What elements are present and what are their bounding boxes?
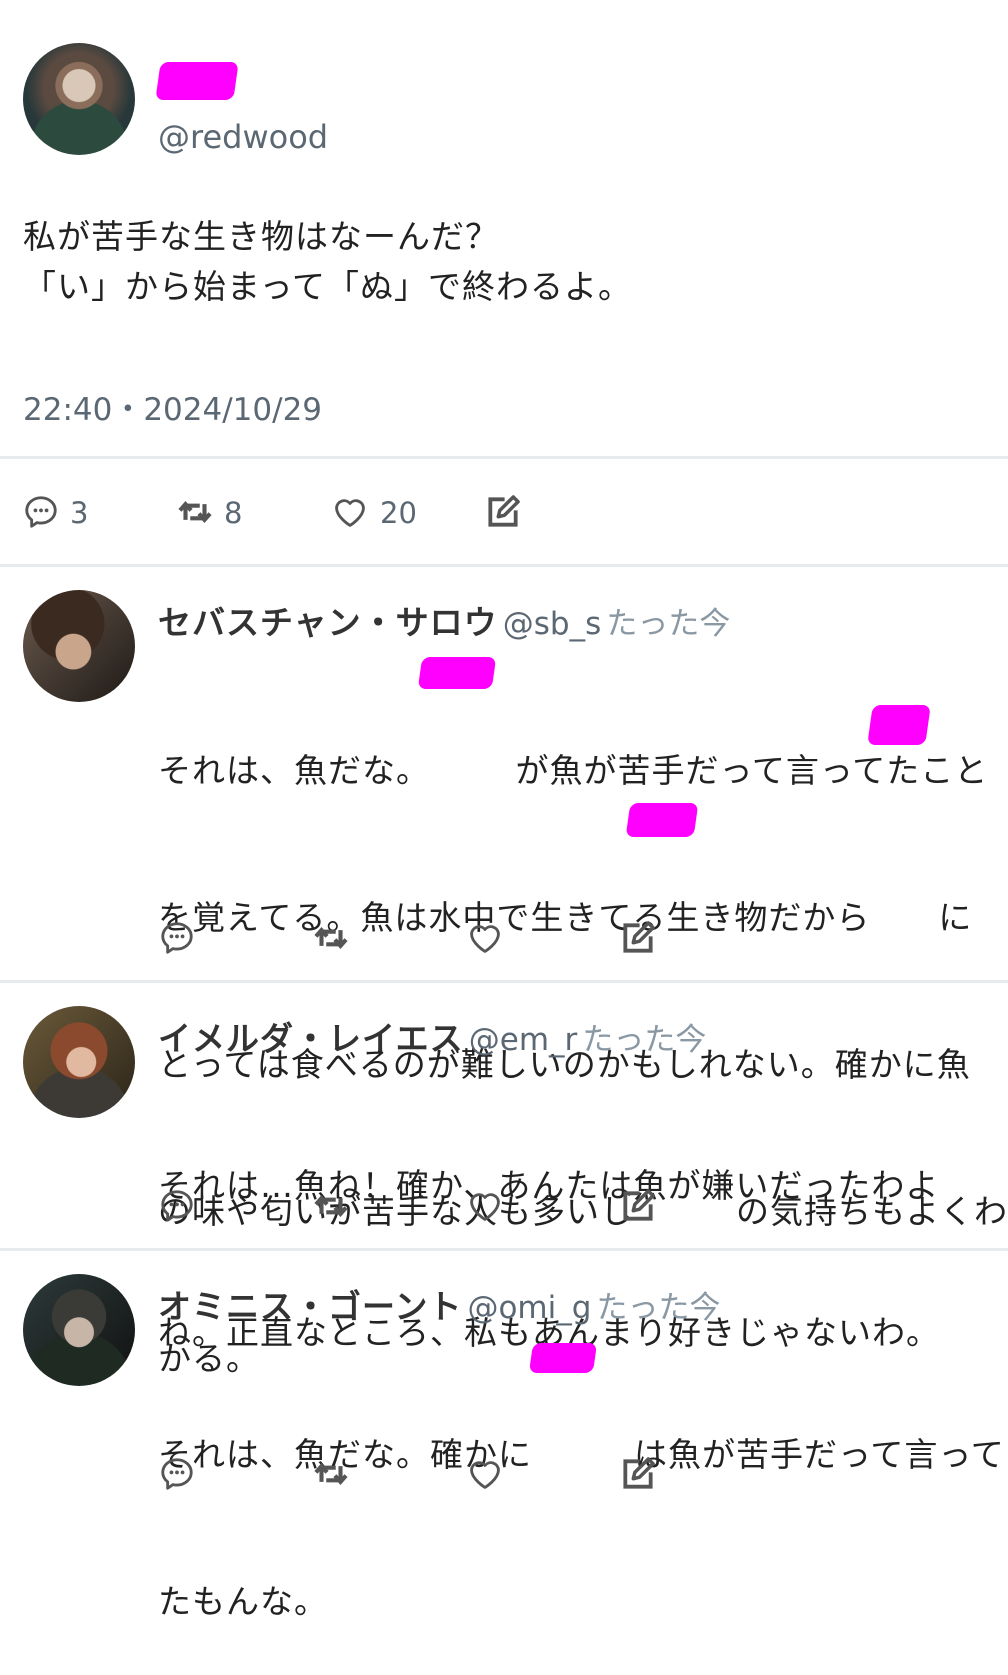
like-count: 20 <box>380 496 417 530</box>
tweet-text-line: 「い」から始まって「ぬ」で終わるよ。 <box>23 267 633 306</box>
retweet-button[interactable] <box>312 1187 350 1225</box>
reply-header: イメルダ・レイエス @em_r たった今 <box>158 1012 706 1060</box>
heart-icon <box>470 925 500 953</box>
redacted-name <box>417 657 497 689</box>
reply-header: セバスチャン・サロウ @sb_s たった今 <box>158 596 730 644</box>
like-button[interactable] <box>466 1455 504 1493</box>
reply-author-handle[interactable]: @em_r <box>469 1022 578 1058</box>
reply-text-line: たもんな。 <box>158 1582 328 1621</box>
reply-icon <box>161 1190 193 1222</box>
reply-time: たった今 <box>606 606 731 642</box>
reply-author-name[interactable]: セバスチャン・サロウ <box>158 603 498 642</box>
reply-avatar[interactable] <box>23 1006 135 1118</box>
reply-button[interactable] <box>158 1187 196 1225</box>
heart-icon <box>335 499 365 527</box>
edit-icon <box>488 495 520 527</box>
reply-text-line: それは…魚ね！確か、あんたは魚が嫌いだったわよ <box>158 1166 940 1205</box>
tweet-timestamp: 22:40・2024/10/29 <box>23 392 323 428</box>
retweet-button[interactable] <box>176 493 214 531</box>
edit-icon <box>623 1457 655 1489</box>
reply-author-handle[interactable]: @omi_g <box>467 1290 591 1326</box>
quote-button[interactable] <box>619 1455 657 1493</box>
heart-icon <box>470 1461 500 1489</box>
reply-header: オミニス・ゴーント @omi_g たった今 <box>158 1280 721 1328</box>
divider <box>0 980 1008 983</box>
reply-author-handle[interactable]: @sb_s <box>503 606 601 642</box>
retweet-icon <box>314 1194 348 1218</box>
reply-button[interactable] <box>22 493 60 531</box>
reply-icon <box>161 1458 193 1490</box>
reply-button[interactable] <box>158 919 196 957</box>
redacted-display-name <box>155 62 239 100</box>
redacted-name <box>625 803 699 837</box>
quote-button[interactable] <box>619 919 657 957</box>
reply-text-line: それは、魚だな。確かに は魚が苦手だって言って <box>158 1435 1005 1474</box>
retweet-icon <box>314 926 348 950</box>
author-handle[interactable]: @redwood <box>158 118 328 156</box>
redacted-name <box>528 1343 598 1373</box>
quote-button[interactable] <box>484 493 522 531</box>
retweet-button[interactable] <box>312 1455 350 1493</box>
like-button[interactable] <box>331 493 369 531</box>
retweet-button[interactable] <box>312 919 350 957</box>
reply-icon <box>25 496 57 528</box>
edit-icon <box>623 1189 655 1221</box>
edit-icon <box>623 921 655 953</box>
reply-text-line: を覚えてる。魚は水中で生きてる生き物だから に <box>158 898 973 937</box>
reply-count: 3 <box>70 496 89 530</box>
reply-avatar[interactable] <box>23 1274 135 1386</box>
reply-text-line: それは、魚だな。 が魚が苦手だって言ってたこと <box>158 751 989 790</box>
reply-avatar[interactable] <box>23 590 135 702</box>
reply-button[interactable] <box>158 1455 196 1493</box>
author-avatar[interactable] <box>23 43 135 155</box>
retweet-icon <box>178 500 212 524</box>
like-button[interactable] <box>466 1187 504 1225</box>
divider <box>0 564 1008 567</box>
retweet-icon <box>314 1462 348 1486</box>
redacted-name <box>867 705 931 745</box>
reply-author-name[interactable]: オミニス・ゴーント <box>158 1287 462 1326</box>
tweet-text-line: 私が苦手な生き物はなーんだ？ <box>23 217 499 256</box>
reply-text: それは、魚だな。確かに は魚が苦手だって言って たもんな。 <box>158 1332 1005 1675</box>
quote-button[interactable] <box>619 1187 657 1225</box>
heart-icon <box>470 1193 500 1221</box>
reply-time: たった今 <box>596 1290 721 1326</box>
reply-time: たった今 <box>582 1022 707 1058</box>
tweet-text: 私が苦手な生き物はなーんだ？ 「い」から始まって「ぬ」で終わるよ。 <box>23 212 632 312</box>
like-button[interactable] <box>466 919 504 957</box>
divider <box>0 1248 1008 1251</box>
reply-author-name[interactable]: イメルダ・レイエス <box>158 1019 464 1058</box>
reply-icon <box>161 922 193 954</box>
retweet-count: 8 <box>224 496 243 530</box>
divider <box>0 456 1008 459</box>
